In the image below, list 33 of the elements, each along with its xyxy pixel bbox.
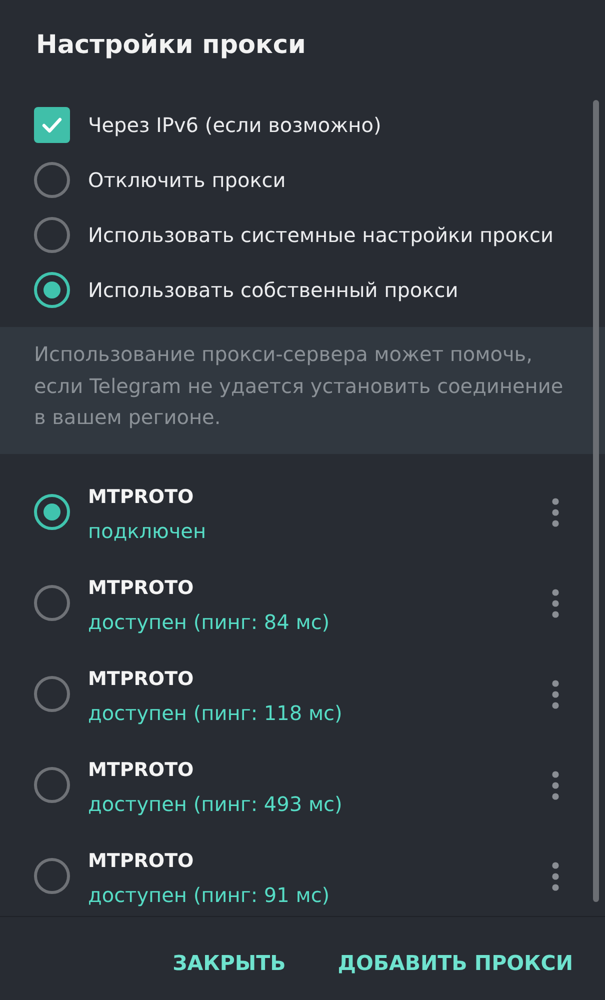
option-label: Отключить прокси bbox=[88, 166, 286, 194]
option-label: Через IPv6 (если возможно) bbox=[88, 112, 382, 138]
checkbox[interactable] bbox=[34, 106, 70, 142]
option-label: Использовать системные настройки прокси bbox=[88, 222, 554, 248]
proxy-status: доступен (пинг: 91 мс) bbox=[88, 882, 330, 909]
proxy-status: доступен (пинг: 84 мс) bbox=[88, 609, 330, 636]
more-options-icon[interactable] bbox=[552, 680, 559, 708]
add-proxy-button[interactable]: ДОБАВИТЬ ПРОКСИ bbox=[330, 944, 581, 980]
option-label: Использовать собственный прокси bbox=[88, 276, 458, 304]
proxy-status: доступен (пинг: 118 мс) bbox=[88, 700, 342, 727]
more-options-icon[interactable] bbox=[552, 498, 559, 526]
proxy-name: MTPROTO bbox=[88, 485, 194, 510]
proxy-name: MTPROTO bbox=[88, 849, 194, 874]
radio-button[interactable] bbox=[34, 585, 70, 621]
proxy-name: MTPROTO bbox=[88, 576, 194, 601]
more-options-icon[interactable] bbox=[552, 588, 559, 618]
radio-button[interactable] bbox=[34, 494, 70, 530]
info-text: Использование прокси-сервера может помочь, если Telegram не удается установить соединение в вашем регионе. bbox=[34, 341, 564, 431]
proxy-status: доступен (пинг: 493 мс) bbox=[88, 791, 342, 818]
proxy-status: подключен bbox=[88, 518, 206, 545]
radio-button[interactable] bbox=[34, 858, 70, 894]
radio-button[interactable] bbox=[34, 767, 70, 803]
more-options-icon[interactable] bbox=[552, 770, 559, 800]
close-button[interactable]: ЗАКРЫТЬ bbox=[164, 944, 294, 980]
scrollbar[interactable] bbox=[593, 100, 599, 902]
proxy-name: MTPROTO bbox=[88, 758, 194, 783]
dialog-title: Настройки прокси bbox=[36, 29, 306, 62]
radio-button[interactable] bbox=[34, 676, 70, 712]
radio-button[interactable] bbox=[34, 272, 70, 308]
radio-button[interactable] bbox=[34, 162, 70, 198]
more-options-icon[interactable] bbox=[552, 862, 559, 890]
radio-button[interactable] bbox=[34, 216, 70, 252]
proxy-name: MTPROTO bbox=[88, 667, 194, 692]
